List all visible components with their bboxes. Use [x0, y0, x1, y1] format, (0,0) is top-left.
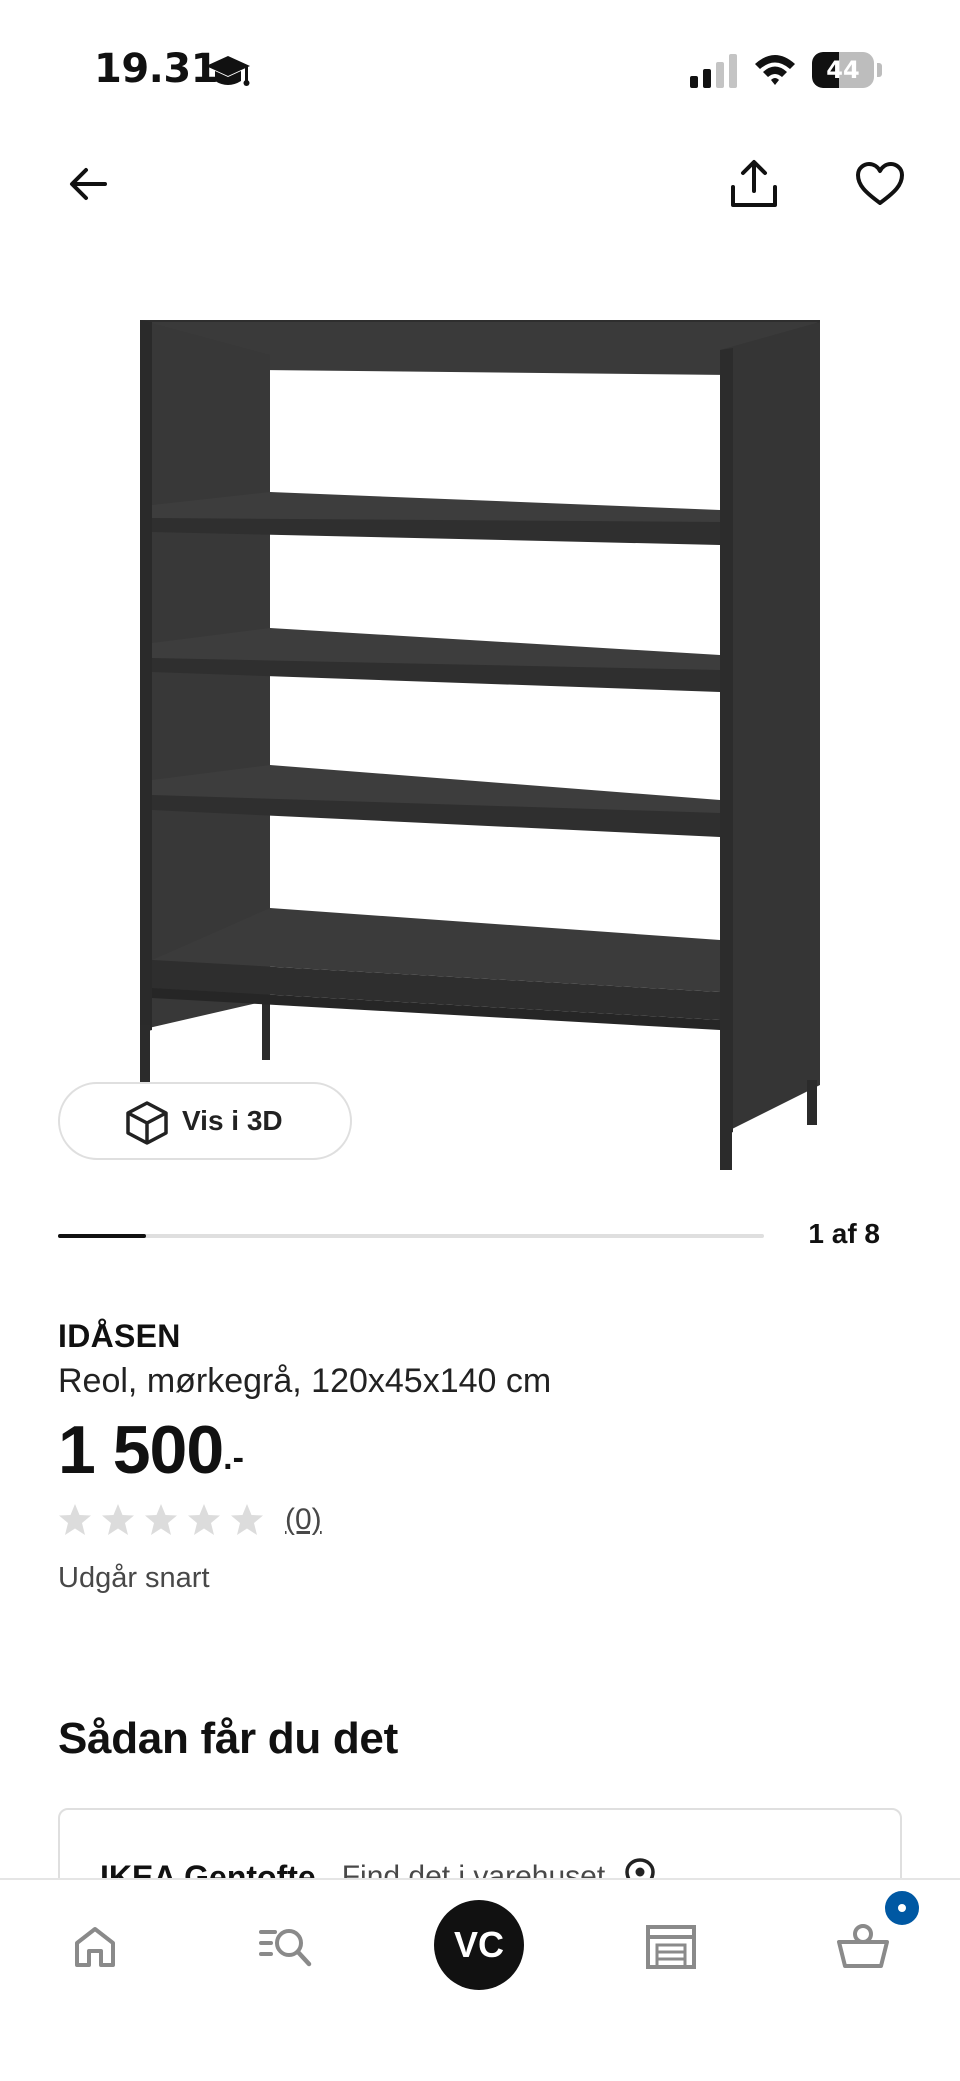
- tab-home[interactable]: [50, 1902, 140, 1992]
- wifi-icon: [755, 55, 795, 85]
- star-icon: [188, 1504, 220, 1535]
- shopping-basket-icon: [837, 1924, 889, 1968]
- heart-icon: [856, 162, 904, 205]
- product-price: 1 500 .-: [58, 1410, 244, 1498]
- cart-badge: [882, 1888, 922, 1928]
- product-image[interactable]: [130, 300, 830, 1170]
- star-icon: [59, 1504, 91, 1535]
- share-button[interactable]: [716, 146, 792, 222]
- graduation-cap-icon: [206, 56, 250, 86]
- store-icon: [646, 1925, 696, 1969]
- product-description: Reol, mørkegrå, 120x45x140 cm: [58, 1362, 552, 1400]
- status-time: 19.31: [94, 46, 219, 92]
- tab-search[interactable]: [242, 1902, 332, 1992]
- delivery-section-title: Sådan får du det: [58, 1714, 398, 1763]
- star-icon: [102, 1504, 134, 1535]
- back-button[interactable]: [50, 146, 126, 222]
- status-bar: 19.31 44: [0, 0, 960, 140]
- product-name: IDÅSEN: [58, 1318, 181, 1354]
- share-icon: [731, 160, 777, 207]
- arrow-left-icon: [70, 168, 107, 200]
- view-3d-label: Vis i 3D: [182, 1105, 283, 1136]
- gallery-progress-fill: [58, 1234, 147, 1238]
- cube-icon: [126, 1101, 168, 1145]
- cellular-signal-icon: [690, 54, 737, 88]
- bottom-tab-bar: VC: [0, 1878, 960, 2081]
- gallery-progress-bar: [58, 1234, 764, 1238]
- battery-indicator: 44: [812, 52, 882, 88]
- view-3d-button[interactable]: Vis i 3D: [58, 1082, 352, 1160]
- price-amount: 1 500: [58, 1412, 224, 1488]
- rating[interactable]: (0): [58, 1500, 322, 1540]
- battery-level: 44: [826, 56, 860, 84]
- search-list-icon: [259, 1929, 312, 1967]
- tab-account-avatar[interactable]: VC: [434, 1900, 524, 1990]
- availability-status: Udgår snart: [58, 1562, 210, 1594]
- price-suffix: .-: [223, 1439, 244, 1477]
- review-count-link[interactable]: (0): [285, 1503, 322, 1537]
- star-icon: [231, 1504, 263, 1535]
- home-icon: [75, 1927, 115, 1967]
- tab-store[interactable]: [626, 1902, 716, 1992]
- gallery-counter: 1 af 8: [808, 1218, 880, 1249]
- favorite-button[interactable]: [842, 146, 918, 222]
- star-icon: [145, 1504, 177, 1535]
